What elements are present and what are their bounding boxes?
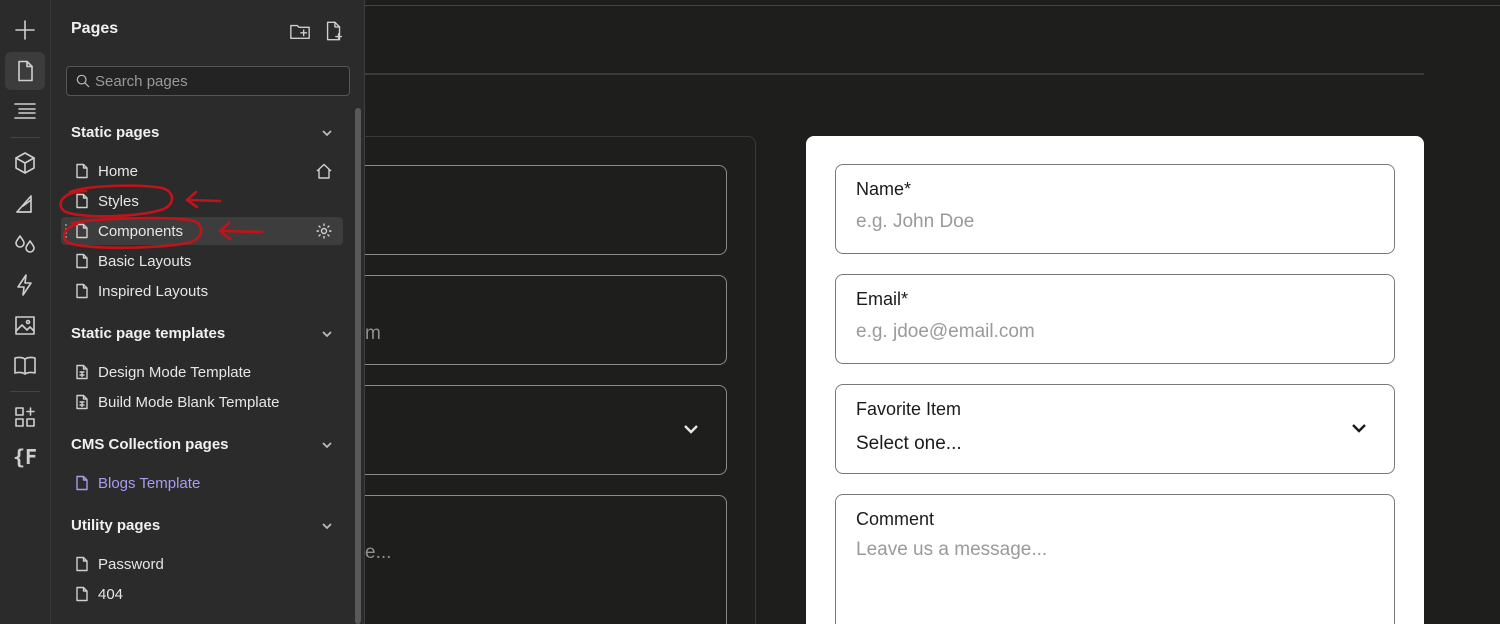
page-item-blogs-template[interactable]: Blogs Template bbox=[61, 469, 343, 497]
page-item-components[interactable]: Components bbox=[61, 217, 343, 245]
template-page-icon bbox=[74, 394, 90, 410]
email-field[interactable]: Email* bbox=[835, 274, 1395, 364]
chevron-down-icon[interactable] bbox=[321, 327, 333, 339]
chevron-down-icon[interactable] bbox=[321, 126, 333, 138]
section-cms-collection-pages[interactable]: CMS Collection pages bbox=[71, 436, 333, 453]
drag-handle-icon[interactable] bbox=[64, 223, 68, 239]
favorite-item-select[interactable]: Favorite Item Select one... bbox=[835, 384, 1395, 474]
page-item-build-mode-blank-template[interactable]: Build Mode Blank Template bbox=[61, 388, 343, 416]
light-form-card: Name* Email* Favorite Item Select one...… bbox=[806, 136, 1424, 624]
dark-name-field[interactable] bbox=[365, 165, 727, 255]
page-item-inspired-layouts[interactable]: Inspired Layouts bbox=[61, 277, 343, 305]
assets-image-icon[interactable] bbox=[5, 306, 45, 344]
comment-textarea[interactable] bbox=[856, 539, 1356, 561]
page-icon bbox=[74, 223, 90, 239]
page-icon bbox=[74, 283, 90, 299]
panel-title: Pages bbox=[71, 20, 119, 37]
chevron-down-icon[interactable] bbox=[321, 438, 333, 450]
page-icon bbox=[74, 253, 90, 269]
name-input[interactable] bbox=[856, 211, 1356, 233]
favorite-item-value: Select one... bbox=[856, 433, 962, 454]
search-icon bbox=[76, 74, 90, 88]
cms-book-icon[interactable] bbox=[5, 346, 45, 384]
page-item-home[interactable]: Home bbox=[61, 157, 343, 185]
panel-scrollbar[interactable] bbox=[355, 108, 361, 624]
variables-drops-icon[interactable] bbox=[5, 225, 45, 263]
comment-field[interactable]: Comment bbox=[835, 494, 1395, 624]
favorite-item-label: Favorite Item bbox=[856, 399, 962, 419]
dark-form-card: m e... bbox=[365, 136, 756, 624]
page-icon[interactable] bbox=[5, 52, 45, 90]
apps-icon[interactable] bbox=[5, 398, 45, 436]
settings-gear-icon[interactable] bbox=[315, 222, 333, 240]
page-item-design-mode-template[interactable]: Design Mode Template bbox=[61, 358, 343, 386]
page-icon bbox=[74, 193, 90, 209]
components-cube-icon[interactable] bbox=[5, 144, 45, 182]
pages-panel: Pages Static pages Home Styles Component… bbox=[51, 0, 365, 624]
section-static-pages[interactable]: Static pages bbox=[71, 124, 333, 141]
dark-email-field[interactable]: m bbox=[365, 275, 727, 365]
new-page-icon[interactable] bbox=[323, 20, 345, 42]
page-item-styles[interactable]: Styles bbox=[61, 187, 343, 215]
new-folder-icon[interactable] bbox=[289, 20, 311, 42]
dark-select-field[interactable] bbox=[365, 385, 727, 475]
email-input[interactable] bbox=[856, 321, 1356, 343]
page-item-basic-layouts[interactable]: Basic Layouts bbox=[61, 247, 343, 275]
interactions-bolt-icon[interactable] bbox=[5, 266, 45, 304]
name-field[interactable]: Name* bbox=[835, 164, 1395, 254]
styles-icon[interactable] bbox=[5, 185, 45, 223]
navigator-icon[interactable] bbox=[5, 92, 45, 130]
email-label: Email* bbox=[856, 289, 909, 309]
plus-icon[interactable] bbox=[5, 11, 45, 49]
page-item-404[interactable]: 404 bbox=[61, 580, 343, 608]
toolbar-divider bbox=[10, 391, 40, 392]
canvas-divider bbox=[365, 73, 1424, 75]
left-toolbar: {F bbox=[0, 0, 51, 624]
page-item-password[interactable]: Password bbox=[61, 550, 343, 578]
toolbar-divider bbox=[10, 137, 40, 138]
section-utility-pages[interactable]: Utility pages bbox=[71, 517, 333, 534]
name-label: Name* bbox=[856, 179, 912, 199]
page-icon bbox=[74, 586, 90, 602]
search-input[interactable] bbox=[95, 72, 335, 90]
chevron-down-icon[interactable] bbox=[321, 519, 333, 531]
fonts-icon[interactable]: {F bbox=[5, 438, 45, 476]
template-page-icon bbox=[74, 364, 90, 380]
cms-page-icon bbox=[74, 475, 90, 491]
page-icon bbox=[74, 556, 90, 572]
home-icon bbox=[315, 162, 333, 180]
comment-label: Comment bbox=[856, 509, 935, 529]
section-static-page-templates[interactable]: Static page templates bbox=[71, 325, 333, 342]
page-icon bbox=[74, 163, 90, 179]
chevron-down-icon[interactable] bbox=[1350, 419, 1368, 441]
search-pages-field[interactable] bbox=[66, 66, 350, 96]
dark-comment-field[interactable]: e... bbox=[365, 495, 727, 624]
chevron-down-icon[interactable] bbox=[682, 420, 700, 442]
